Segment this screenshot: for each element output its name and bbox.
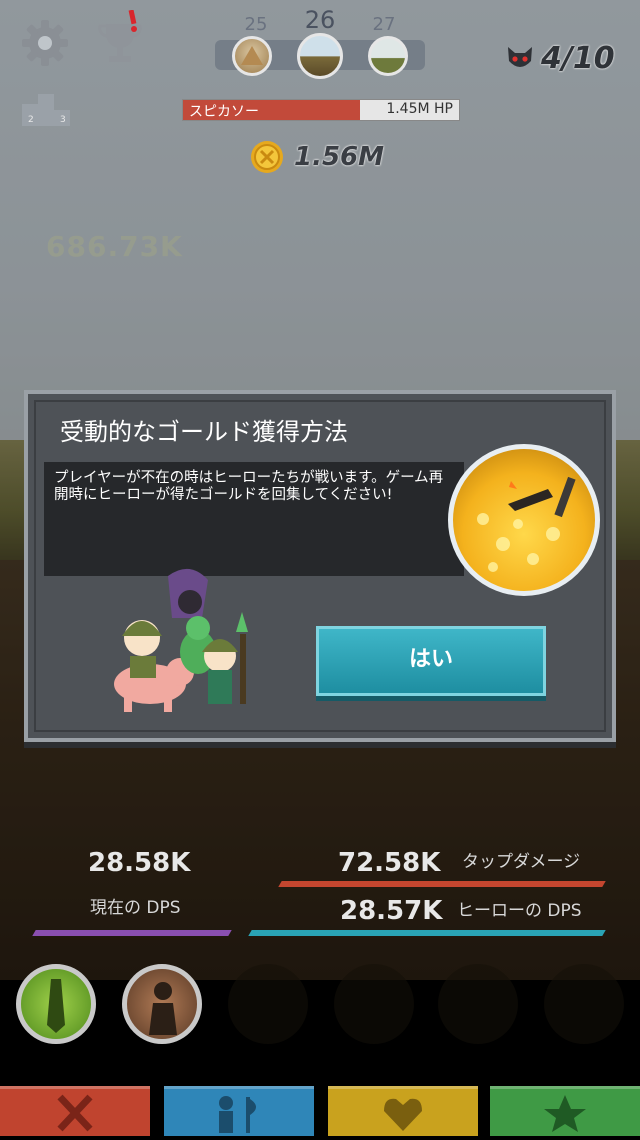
tap-damage-value: 72.58K bbox=[338, 848, 441, 878]
hero-dps-value: 28.57K bbox=[340, 896, 443, 926]
locked-skill-slot bbox=[438, 964, 518, 1044]
floating-damage-text: 686.73K bbox=[46, 230, 183, 263]
current-dps-label: 現在の DPS bbox=[90, 898, 181, 918]
coin-icon bbox=[251, 141, 283, 173]
hero-dps-label: ヒーローの DPS bbox=[457, 901, 582, 921]
dialog-message: プレイヤーが不在の時はヒーローたちが戦います。ゲーム再開時にヒーローが得たゴール… bbox=[54, 470, 444, 503]
stage-prev-icon[interactable] bbox=[232, 36, 272, 76]
tab-artifacts[interactable] bbox=[328, 1086, 478, 1136]
gold-pile-image bbox=[448, 444, 600, 596]
star-icon bbox=[544, 1095, 586, 1132]
stage-number-current: 26 bbox=[304, 6, 336, 34]
locked-skill-slot bbox=[544, 964, 624, 1044]
podium-icon[interactable]: 2 3 bbox=[22, 90, 70, 126]
hero-silhouette-skill-icon[interactable] bbox=[122, 964, 202, 1044]
heroes-illustration bbox=[72, 562, 302, 720]
tap-damage-bar bbox=[278, 881, 606, 887]
tab-heroes[interactable] bbox=[164, 1086, 314, 1136]
tap-damage-label: タップダメージ bbox=[462, 852, 581, 872]
stage-next-icon[interactable] bbox=[368, 36, 408, 76]
tab-shop[interactable] bbox=[490, 1086, 640, 1136]
svg-text:3: 3 bbox=[60, 115, 66, 125]
gear-icon[interactable] bbox=[20, 18, 70, 68]
dialog-message-box: プレイヤーが不在の時はヒーローたちが戦います。ゲーム再開時にヒーローが得たゴール… bbox=[44, 462, 464, 576]
gold-amount: 1.56M bbox=[294, 142, 385, 172]
stage-current-icon[interactable] bbox=[297, 33, 343, 79]
heart-crest-icon bbox=[384, 1098, 422, 1131]
svg-text:2: 2 bbox=[28, 115, 34, 125]
hero-axe-icon bbox=[219, 1096, 256, 1133]
enemy-name: スピカソー bbox=[189, 104, 259, 120]
gold-display: 1.56M bbox=[250, 140, 384, 174]
enemy-hp-bar: スピカソー 1.45M HP bbox=[182, 99, 460, 121]
stage-number-next: 27 bbox=[372, 14, 396, 35]
yes-button[interactable]: はい bbox=[316, 626, 546, 696]
demon-icon bbox=[508, 47, 532, 67]
crossed-swords-icon bbox=[57, 1094, 93, 1132]
boss-counter: 4/10 bbox=[505, 40, 615, 76]
stage-number-prev: 25 bbox=[244, 14, 268, 35]
enemy-hp-value: 1.45M HP bbox=[386, 101, 453, 117]
hero-dps-bar bbox=[248, 930, 606, 936]
heavenly-strike-skill-icon[interactable] bbox=[16, 964, 96, 1044]
dialog-title: 受動的なゴールド獲得方法 bbox=[60, 418, 348, 446]
current-dps-bar bbox=[32, 930, 232, 936]
locked-skill-slot bbox=[228, 964, 308, 1044]
locked-skill-slot bbox=[334, 964, 414, 1044]
offline-gold-dialog: 受動的なゴールド獲得方法 プレイヤーが不在の時はヒーローたちが戦います。ゲーム再… bbox=[24, 390, 616, 742]
tab-attack[interactable] bbox=[0, 1086, 150, 1136]
boss-counter-text: 4/10 bbox=[541, 40, 615, 76]
trophy-icon[interactable] bbox=[96, 9, 148, 70]
current-dps-value: 28.58K bbox=[88, 848, 191, 878]
